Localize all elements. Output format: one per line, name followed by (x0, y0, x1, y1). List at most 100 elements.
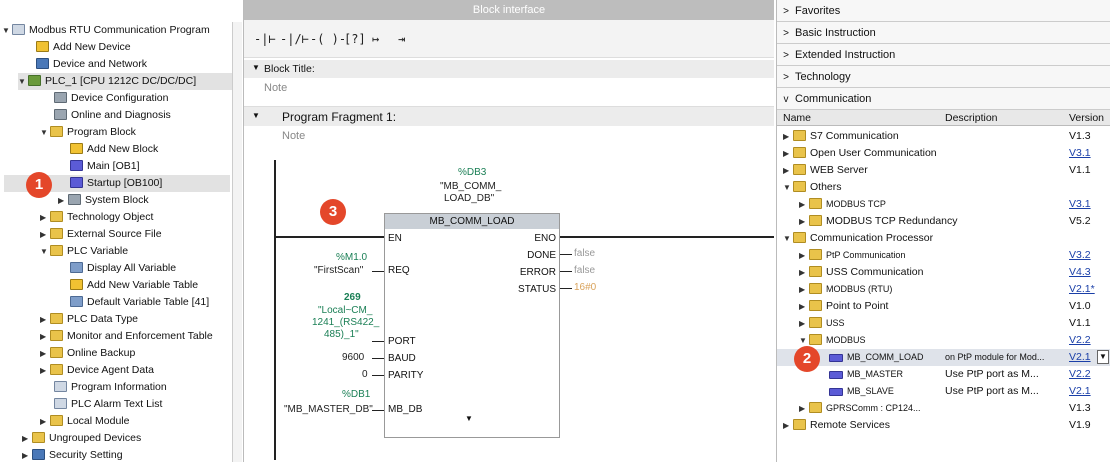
tree-item-ungrouped-devices[interactable]: ▶ Ungrouped Devices (22, 430, 141, 447)
folder-icon (809, 334, 822, 345)
block-icon (829, 354, 843, 362)
mbdb-address[interactable]: %DB1 (342, 389, 370, 400)
req-address[interactable]: %M1.0 (336, 252, 367, 263)
row-mb-slave[interactable]: MB_SLAVE Use PtP port as M... V2.1 (777, 383, 1110, 400)
instance-db-address[interactable]: %DB3 (458, 167, 486, 178)
row-mb-comm-load[interactable]: MB_COMM_LOAD on PtP module for Mod... V2.1… (777, 349, 1110, 366)
mb-comm-load-block[interactable]: MB_COMM_LOAD EN REQ PORT BAUD PARITY MB_… (384, 213, 560, 438)
tree-item-monitor-table[interactable]: ▶ Monitor and Enforcement Table (40, 328, 213, 345)
block-icon (829, 371, 843, 379)
tree-item-plc-variable[interactable]: ▼ PLC Variable (40, 243, 128, 260)
tree-item-device-agent-data[interactable]: ▶ Device Agent Data (40, 362, 154, 379)
tree-item-default-variable-table[interactable]: Default Variable Table [41] (70, 294, 209, 311)
tree-item-plc-data-type[interactable]: ▶ PLC Data Type (40, 311, 138, 328)
tree-item-alarm-text[interactable]: PLC Alarm Text List (54, 396, 162, 413)
tree-scrollbar[interactable] (232, 22, 242, 462)
category-favorites[interactable]: > Favorites (777, 0, 1110, 22)
tree-item-technology-object[interactable]: ▶ Technology Object (40, 209, 153, 226)
pin-en: EN (388, 233, 402, 244)
row-modbus-tcp[interactable]: ▶ MODBUS TCP V3.1 (777, 196, 1110, 213)
tree-item-main-ob1[interactable]: Main [OB1] (70, 158, 140, 175)
tree-root[interactable]: ▼ Modbus RTU Communication Program (2, 22, 210, 39)
tree-item-add-new-block[interactable]: Add New Block (70, 141, 158, 158)
col-name[interactable]: Name (783, 110, 811, 126)
coil-icon[interactable]: -( )- (310, 32, 346, 46)
col-description[interactable]: Description (945, 110, 998, 126)
port-name-3[interactable]: 485)_1" (324, 329, 359, 340)
error-value: false (574, 265, 596, 276)
row-uss[interactable]: ▶ USS V1.1 (777, 315, 1110, 332)
row-modbus[interactable]: ▼ MODBUS V2.2 (777, 332, 1110, 349)
fragment-bar[interactable]: ▼ Program Fragment 1: (244, 106, 774, 126)
baud-operand[interactable]: 9600 (342, 352, 364, 363)
port-value[interactable]: 269 (344, 292, 361, 303)
block-interface-header[interactable]: Block interface (244, 0, 774, 20)
system-block-icon (68, 194, 81, 205)
close-branch-icon[interactable]: ⇥ (398, 32, 405, 46)
folder-icon (32, 432, 45, 443)
tree-item-program-block[interactable]: ▼ Program Block (40, 124, 136, 141)
category-extended[interactable]: > Extended Instruction (777, 44, 1110, 66)
row-web[interactable]: ▶ WEB Server V1.1 (777, 162, 1110, 179)
port-name-2[interactable]: 1241_(RS422_ (312, 317, 379, 328)
tree-item-program-info[interactable]: Program Information (54, 379, 167, 396)
done-wire (560, 254, 572, 255)
tree-item-external-source[interactable]: ▶ External Source File (40, 226, 162, 243)
row-modbus-tcp-redundancy[interactable]: ▶ MODBUS TCP Redundancy V5.2 (777, 213, 1110, 230)
nc-contact-icon[interactable]: -|/⊢ (280, 32, 309, 46)
req-operand[interactable]: "FirstScan" (314, 265, 363, 276)
row-ouc[interactable]: ▶ Open User Communication V3.1 (777, 145, 1110, 162)
block-title-label: Block Title: (264, 63, 315, 75)
tree-item-device-network[interactable]: Device and Network (36, 56, 147, 73)
row-s7[interactable]: ▶ S7 Communication V1.3 (777, 128, 1110, 145)
tree-item-add-variable-table[interactable]: Add New Variable Table (70, 277, 198, 294)
project-tree: ▼ Modbus RTU Communication Program Add Ne… (0, 0, 244, 462)
program-editor: Block interface -|⊢ -|/⊢ -( )- [?] ↦ ⇥ ▼… (244, 0, 774, 462)
chevron-right-icon: > (783, 72, 789, 83)
row-point-to-point[interactable]: ▶ Point to Point V1.0 (777, 298, 1110, 315)
open-branch-icon[interactable]: ↦ (372, 32, 379, 46)
folder-icon (50, 415, 63, 426)
instance-db-name-1[interactable]: "MB_COMM_ (440, 181, 501, 192)
tree-item-system-block[interactable]: ▶ System Block (58, 192, 149, 209)
folder-icon (809, 215, 822, 226)
row-others[interactable]: ▼ Others (777, 179, 1110, 196)
row-remote-services[interactable]: ▶ Remote Services V1.9 (777, 417, 1110, 434)
category-basic[interactable]: > Basic Instruction (777, 22, 1110, 44)
row-modbus-rtu[interactable]: ▶ MODBUS (RTU) V2.1* (777, 281, 1110, 298)
expand-chevron-icon[interactable]: ▼ (465, 414, 473, 423)
row-uss-comm[interactable]: ▶ USS Communication V4.3 (777, 264, 1110, 281)
column-header: Name Description Version (777, 110, 1110, 126)
empty-box-icon[interactable]: [?] (344, 32, 366, 46)
tree-item-add-new-device[interactable]: Add New Device (36, 39, 131, 56)
tree-item-device-config[interactable]: Device Configuration (54, 90, 168, 107)
folder-icon (793, 147, 806, 158)
block-note[interactable]: Note (264, 82, 287, 94)
category-technology[interactable]: > Technology (777, 66, 1110, 88)
fragment-note[interactable]: Note (282, 130, 305, 142)
port-name-1[interactable]: "Local~CM_ (318, 305, 372, 316)
folder-icon (793, 232, 806, 243)
tree-item-local-module[interactable]: ▶ Local Module (40, 413, 129, 430)
tree-item-security-setting[interactable]: ▶ Security Setting (22, 447, 123, 462)
category-communication[interactable]: v Communication (777, 88, 1110, 110)
col-version[interactable]: Version (1069, 110, 1104, 126)
no-contact-icon[interactable]: -|⊢ (254, 32, 276, 46)
chevron-down-icon[interactable]: ▼ (1097, 350, 1109, 364)
parity-operand[interactable]: 0 (362, 369, 368, 380)
tree-item-online-backup[interactable]: ▶ Online Backup (40, 345, 135, 362)
block-icon (70, 160, 83, 171)
row-gprscomm[interactable]: ▶ GPRSComm : CP124... V1.3 (777, 400, 1110, 417)
pin-parity: PARITY (388, 370, 424, 381)
pin-eno: ENO (534, 233, 556, 244)
tree-item-plc1[interactable]: ▼ PLC_1 [CPU 1212C DC/DC/DC] (18, 73, 232, 90)
tree-item-display-all-variable[interactable]: Display All Variable (70, 260, 176, 277)
block-title-bar[interactable]: ▼ Block Title: (244, 60, 774, 78)
mbdb-operand[interactable]: "MB_MASTER_DB" (284, 404, 373, 415)
row-mb-master[interactable]: MB_MASTER Use PtP port as M... V2.2 (777, 366, 1110, 383)
row-comm-processor[interactable]: ▼ Communication Processor (777, 230, 1110, 247)
tree-item-online-diag[interactable]: Online and Diagnosis (54, 107, 171, 124)
row-ptp-comm[interactable]: ▶ PtP Communication V3.2 (777, 247, 1110, 264)
instance-db-name-2[interactable]: LOAD_DB" (444, 193, 494, 204)
parity-wire (372, 375, 384, 376)
